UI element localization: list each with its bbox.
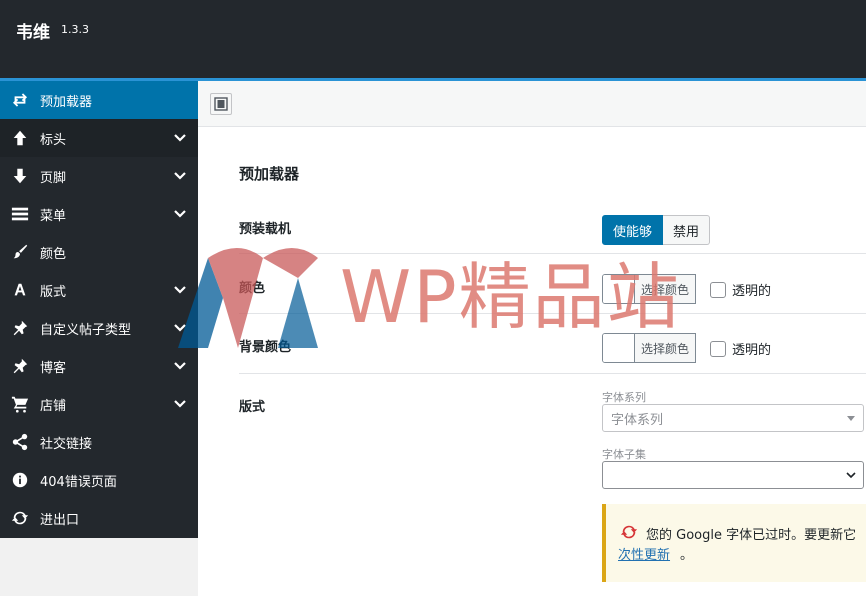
caret-down-icon [847,416,855,421]
sidebar-item-footer[interactable]: 页脚 [0,157,198,195]
sidebar-item-label: 社交链接 [40,436,93,452]
info-icon [10,470,30,490]
color-label: 颜色 [239,281,266,296]
chevron-down-icon [846,472,856,479]
sidebar-item-label: 404错误页面 [40,474,117,490]
sidebar-item-shop[interactable]: 店铺 [0,385,198,423]
transparent-label: 透明的 [732,284,772,299]
chevron-down-icon[interactable] [172,396,188,412]
bg-color-picker[interactable]: 选择颜色 [602,333,696,363]
font-family-select[interactable]: 字体系列 [602,404,864,432]
bg-transparent-option[interactable]: 透明的 [710,339,771,358]
transparent-option[interactable]: 透明的 [710,280,771,299]
arrow-up-icon [10,128,30,148]
page-title: 预加载器 [239,165,300,183]
sidebar-item-colors[interactable]: 颜色 [0,233,198,271]
app-title: 韦维 [16,23,50,43]
menu-icon [10,204,30,224]
font-family-value: 字体系列 [611,412,664,428]
app-version: 1.3.3 [61,23,89,36]
sidebar-item-menu[interactable]: 菜单 [0,195,198,233]
cart-icon [10,394,30,414]
sidebar-item-label: 版式 [40,284,67,300]
divider [239,373,866,374]
notice-end: 。 [680,548,694,563]
preloader-label: 预装载机 [239,222,292,237]
sidebar-item-label: 自定义帖子类型 [40,322,132,338]
sidebar-item-label: 颜色 [40,246,67,262]
share-icon [10,432,30,452]
sidebar-item-custom-post-types[interactable]: 自定义帖子类型 [0,309,198,347]
font-family-label: 字体系列 [602,391,646,404]
bg-color-label: 背景颜色 [239,340,292,355]
chevron-down-icon[interactable] [172,358,188,374]
brush-icon [10,242,30,262]
sidebar-item-import-export[interactable]: 进出口 [0,499,198,537]
select-color-label: 选择颜色 [635,275,695,303]
chevron-down-icon[interactable] [172,282,188,298]
layout-icon [214,97,228,111]
sidebar-item-label: 进出口 [40,512,80,528]
pin-icon [10,356,30,376]
sidebar-item-label: 博客 [40,360,67,376]
chevron-down-icon[interactable] [172,130,188,146]
transparent-checkbox[interactable] [710,281,726,298]
sidebar-item-label: 页脚 [40,170,67,186]
notice-text: 您的 Google 字体已过时。要更新它 [646,528,857,543]
refresh-icon [10,508,30,528]
font-icon [10,280,30,300]
repeat-icon [10,90,30,110]
update-notice: 您的 Google 字体已过时。要更新它 次性更新 。 [602,504,866,582]
sidebar-item-social-links[interactable]: 社交链接 [0,423,198,461]
select-color-label: 选择颜色 [635,334,695,362]
sidebar-item-typography[interactable]: 版式 [0,271,198,309]
enable-button[interactable]: 使能够 [602,215,664,245]
main-panel: 预加载器 预装载机 使能够 禁用 颜色 选择颜色 透明的 背景颜色 选择颜色 透… [198,81,866,596]
divider [239,313,866,314]
color-swatch [603,334,635,362]
chevron-down-icon[interactable] [172,206,188,222]
chevron-down-icon[interactable] [172,320,188,336]
font-subset-select[interactable] [602,461,864,489]
color-picker[interactable]: 选择颜色 [602,274,696,304]
toolbar [198,81,866,127]
color-swatch [603,275,635,303]
pin-icon [10,318,30,338]
typography-label: 版式 [239,400,266,415]
top-bar: 韦维 1.3.3 [0,0,866,78]
sidebar: 预加载器 标头 页脚 菜单 颜色 版式 自定义帖子类型 博客 店铺 社交链接 4… [0,81,198,538]
sidebar-item-404[interactable]: 404错误页面 [0,461,198,499]
transparent-label: 透明的 [732,343,772,358]
update-link[interactable]: 次性更新 [618,544,670,563]
sidebar-item-label: 菜单 [40,208,67,224]
disable-button[interactable]: 禁用 [663,215,711,245]
chevron-down-icon[interactable] [172,168,188,184]
preloader-toggle: 使能够 禁用 [602,215,711,245]
sidebar-item-label: 预加载器 [40,94,93,110]
divider [239,253,866,254]
sidebar-item-preloader[interactable]: 预加载器 [0,81,198,119]
sidebar-item-blog[interactable]: 博客 [0,347,198,385]
arrow-down-icon [10,166,30,186]
sidebar-item-label: 标头 [40,132,67,148]
sidebar-item-header[interactable]: 标头 [0,119,198,157]
toggle-panel-button[interactable] [210,93,232,115]
sidebar-item-label: 店铺 [40,398,67,414]
transparent-checkbox[interactable] [710,340,726,357]
refresh-icon [620,525,638,539]
font-subset-label: 字体子集 [602,448,646,461]
